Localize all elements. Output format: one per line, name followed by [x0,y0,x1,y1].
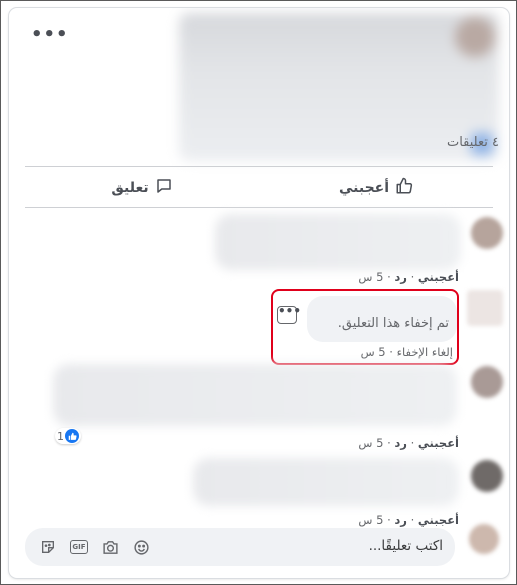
comment-reply-link[interactable]: رد [394,436,407,450]
reaction-count: 1 [57,429,64,443]
composer-icons: GIF [39,538,150,556]
reaction-badge[interactable]: 1 [55,428,81,444]
comment-time[interactable]: 5 س [358,270,383,284]
divider-top [25,166,493,167]
comment-like-link[interactable]: أعجبني [418,270,459,284]
comment-meta: أعجبني · رد · 5 س [358,513,459,527]
post-actions: أعجبني تعليق [25,168,493,208]
divider-bottom [25,207,493,208]
like-reaction-icon [65,429,79,443]
comment-avatar[interactable] [471,366,503,398]
comment-avatar[interactable] [471,217,503,249]
like-icon [395,177,413,199]
composer-avatar[interactable] [469,524,499,554]
camera-icon[interactable] [101,538,119,556]
comment-bubble [215,214,461,270]
like-button[interactable]: أعجبني [259,168,493,208]
comment-avatar[interactable] [471,460,503,492]
comment-input[interactable] [243,538,443,554]
comments-count[interactable]: ٤ تعليقات [447,135,499,150]
comment-time[interactable]: 5 س [358,436,383,450]
comment-composer: GIF [25,528,455,566]
comment-reply-link[interactable]: رد [394,513,407,527]
comment-reply-link[interactable]: رد [394,270,407,284]
highlight-box [271,289,459,365]
comment-time[interactable]: 5 س [358,513,383,527]
gif-icon[interactable]: GIF [70,540,88,554]
author-avatar [455,17,495,57]
like-label: أعجبني [338,180,390,196]
hidden-comment-avatar[interactable] [467,290,503,326]
sticker-icon[interactable] [39,538,57,556]
comment-meta: أعجبني · رد · 5 س [358,270,459,284]
comment-meta: أعجبني · رد · 5 س [358,436,459,450]
emoji-icon[interactable] [132,538,150,556]
comment-like-link[interactable]: أعجبني [418,436,459,450]
comment-icon [155,177,173,199]
more-icon[interactable]: ••• [31,26,68,46]
post-card: ••• ٤ تعليقات أعجبني تعليق أعجبني · رد · [9,8,509,578]
comment-label: تعليق [111,180,149,196]
comment-bubble [53,364,457,426]
comment-bubble [193,458,459,506]
comment-button[interactable]: تعليق [25,168,259,208]
comment-like-link[interactable]: أعجبني [418,513,459,527]
